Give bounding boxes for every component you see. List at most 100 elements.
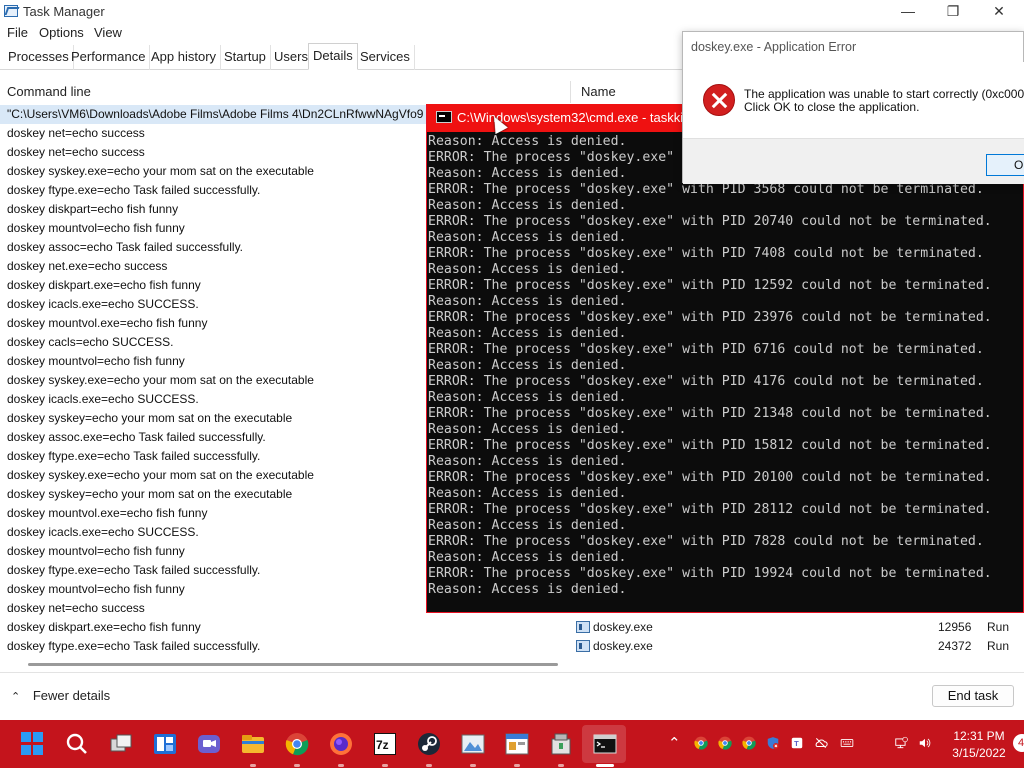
chrome-tray-icon[interactable] xyxy=(718,736,732,750)
tab-users[interactable]: Users xyxy=(270,45,313,70)
terminal-icon[interactable] xyxy=(593,732,617,756)
taskbar: 7z ⌃ T 12:31 PM 3/15/2022 4 xyxy=(0,720,1024,768)
process-pid: 24372 xyxy=(938,639,972,653)
console-line: ERROR: The process "doskey.exe" with PID… xyxy=(428,374,984,389)
dialog-body: The application was unable to start corr… xyxy=(683,62,1024,138)
console-line: Reason: Access is denied. xyxy=(428,454,627,469)
svg-text:T: T xyxy=(794,739,799,748)
start-icon[interactable] xyxy=(21,732,45,756)
title-bar[interactable]: Task Manager — ❐ ✕ xyxy=(0,0,1024,24)
dialog-button-bar: OK xyxy=(683,138,1024,184)
photos-icon[interactable] xyxy=(461,732,485,756)
console-line: Reason: Access is denied. xyxy=(428,518,627,533)
console-line: ERROR: The process "doskey.exe" with PID… xyxy=(428,534,984,549)
tab-details[interactable]: Details xyxy=(308,43,358,70)
app-icon[interactable] xyxy=(505,732,529,756)
process-status: Run xyxy=(987,639,1010,653)
console-line: ERROR: The process "doskey.exe" with PID… xyxy=(428,406,992,421)
minimize-button[interactable]: — xyxy=(885,0,931,24)
process-name[interactable]: doskey.exe xyxy=(593,637,653,656)
search-icon[interactable] xyxy=(65,732,89,756)
running-indicator xyxy=(514,764,520,767)
console-line: ERROR: The process "doskey.exe" with PID… xyxy=(428,438,992,453)
console-line: ERROR: The process "doskey.exe" with PID… xyxy=(428,502,992,517)
dialog-message-line-2: Click OK to close the application. xyxy=(744,100,920,114)
security-shield-icon[interactable] xyxy=(766,736,780,750)
menu-file[interactable]: File xyxy=(7,25,28,40)
console-line: Reason: Access is denied. xyxy=(428,582,627,597)
chevron-up-icon: ⌃ xyxy=(11,691,21,703)
archive-icon[interactable] xyxy=(549,732,573,756)
task-view-icon[interactable] xyxy=(109,732,133,756)
clock-time[interactable]: 12:31 PM xyxy=(946,729,1012,743)
column-separator[interactable] xyxy=(570,81,571,103)
tab-services[interactable]: Services xyxy=(356,45,415,70)
steam-icon[interactable] xyxy=(417,732,441,756)
window-title: Task Manager xyxy=(23,4,105,19)
task-manager-icon xyxy=(4,5,18,17)
running-indicator xyxy=(596,764,614,767)
column-header-command-line[interactable]: Command line xyxy=(7,81,91,103)
keyboard-icon[interactable] xyxy=(840,736,854,750)
console-line: ERROR: The process "doskey.exe" with PID… xyxy=(428,214,992,229)
console-line: ERROR: The process "doskey.exe" with PID… xyxy=(428,246,984,261)
console-line: Reason: Access is denied. xyxy=(428,550,627,565)
console-line: ERROR: The process "doskey.exe" with PID… xyxy=(428,182,984,197)
console-line: Reason: Access is denied. xyxy=(428,230,627,245)
volume-icon[interactable] xyxy=(918,736,932,750)
console-line: ERROR: The process "doskey.exe" with PID… xyxy=(428,566,992,581)
chrome-icon[interactable] xyxy=(285,732,309,756)
chat-icon[interactable] xyxy=(197,732,221,756)
maximize-button[interactable]: ❐ xyxy=(930,0,976,24)
svg-text:7z: 7z xyxy=(376,738,389,752)
ok-button[interactable]: OK xyxy=(986,154,1024,176)
onedrive-offline-icon[interactable] xyxy=(814,736,828,750)
console-line: Reason: Access is denied. xyxy=(428,166,627,181)
application-error-dialog: doskey.exe - Application Error The appli… xyxy=(682,31,1024,184)
console-line: Reason: Access is denied. xyxy=(428,358,627,373)
process-icon xyxy=(576,621,590,633)
running-indicator xyxy=(470,764,476,767)
tab-processes[interactable]: Processes xyxy=(4,45,74,70)
notification-badge[interactable]: 4 xyxy=(1013,734,1024,752)
7zip-icon[interactable]: 7z xyxy=(373,732,397,756)
chevron-up-icon[interactable]: ⌃ xyxy=(668,734,681,752)
network-icon[interactable] xyxy=(894,736,908,750)
file-explorer-icon[interactable] xyxy=(241,732,265,756)
column-header-name[interactable]: Name xyxy=(581,81,616,103)
table-row[interactable]: doskey diskpart.exe=echo fish funny xyxy=(0,618,570,637)
console-line: Reason: Access is denied. xyxy=(428,262,627,277)
chrome-tray-icon[interactable] xyxy=(742,736,756,750)
console-line: ERROR: The process "doskey.exe" with PID… xyxy=(428,278,992,293)
fewer-details-label: Fewer details xyxy=(32,688,111,703)
dialog-message: The application was unable to start corr… xyxy=(744,88,1024,114)
tab-startup[interactable]: Startup xyxy=(220,45,271,70)
cmd-icon xyxy=(436,111,452,123)
console-line: ERROR: The process "doskey.exe" with PID… xyxy=(428,310,992,325)
console-line: ERROR: The process "doskey.exe" with PID… xyxy=(428,470,992,485)
widgets-icon[interactable] xyxy=(153,732,177,756)
menu-view[interactable]: View xyxy=(94,25,122,40)
running-indicator xyxy=(426,764,432,767)
dialog-title: doskey.exe - Application Error xyxy=(691,40,857,54)
console-line: Reason: Access is denied. xyxy=(428,390,627,405)
fewer-details-link[interactable]: ⌃ Fewer details xyxy=(11,688,110,703)
tab-performance[interactable]: Performance xyxy=(67,45,151,70)
end-task-button[interactable]: End task xyxy=(932,685,1014,707)
table-row[interactable]: doskey ftype.exe=echo Task failed succes… xyxy=(0,637,570,656)
teams-icon[interactable]: T xyxy=(790,736,804,750)
horizontal-scrollbar[interactable] xyxy=(28,663,558,666)
tab-app-history[interactable]: App history xyxy=(147,45,222,70)
console-line: Reason: Access is denied. xyxy=(428,294,627,309)
console-output[interactable]: Reason: Access is denied. ERROR: The pro… xyxy=(428,134,1023,612)
menu-options[interactable]: Options xyxy=(39,25,84,40)
process-icon xyxy=(576,640,590,652)
process-pid: 12956 xyxy=(938,620,972,634)
clock-date[interactable]: 3/15/2022 xyxy=(946,746,1012,760)
process-name[interactable]: doskey.exe xyxy=(593,618,653,637)
divider xyxy=(0,672,1024,673)
firefox-icon[interactable] xyxy=(329,732,353,756)
running-indicator xyxy=(338,764,344,767)
chrome-tray-icon[interactable] xyxy=(694,736,708,750)
close-button[interactable]: ✕ xyxy=(976,0,1022,24)
